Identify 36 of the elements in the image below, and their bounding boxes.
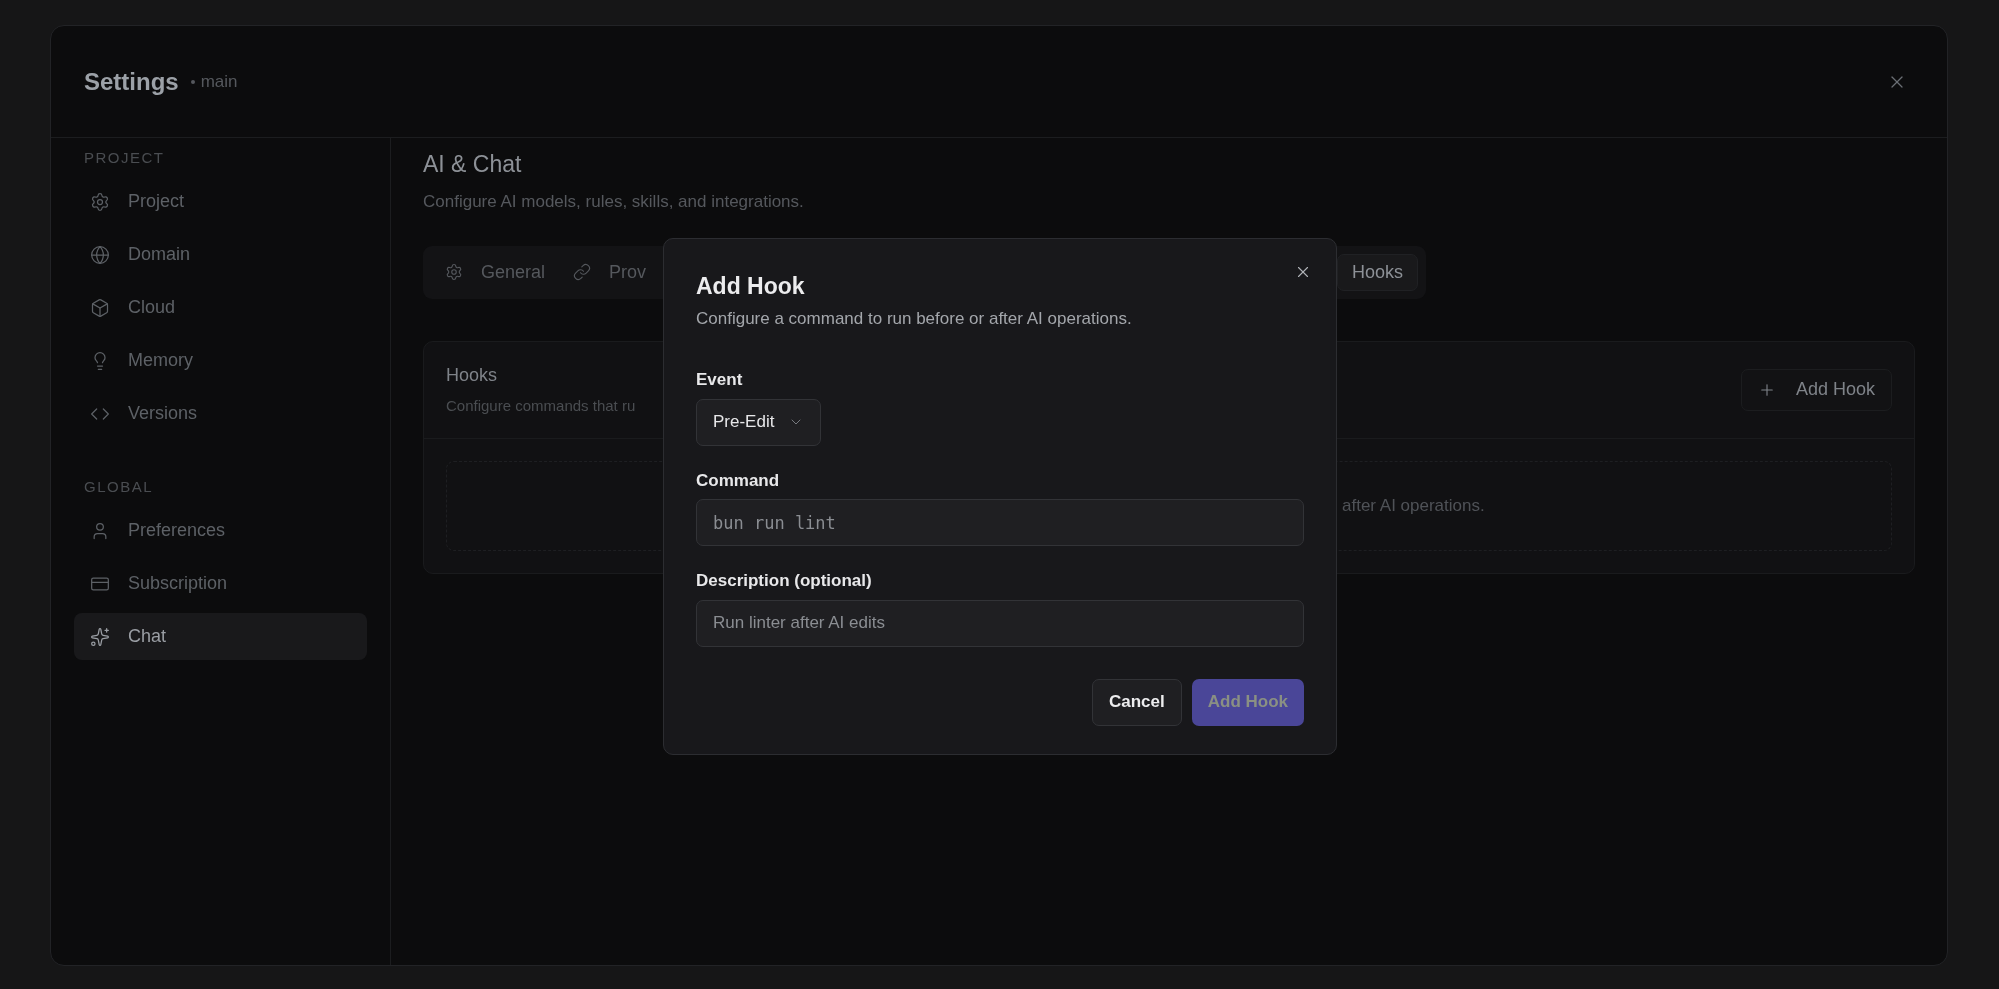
- dialog-description: Configure a command to run before or after AI operations.: [696, 307, 1133, 330]
- card-description: Configure commands that ru: [446, 395, 636, 416]
- window-title: Settings: [84, 66, 179, 97]
- sparkle-icon: [90, 626, 110, 647]
- sidebar-item[interactable]: Subscription: [74, 560, 367, 607]
- globe-icon: [90, 244, 110, 265]
- page-subtitle: Configure AI models, rules, skills, and integrations.: [423, 191, 805, 213]
- sidebar-item[interactable]: Preferences: [74, 507, 367, 554]
- field-label: Event: [696, 369, 744, 391]
- link-icon: [573, 263, 592, 281]
- tab[interactable]: Hooks: [1336, 253, 1418, 291]
- sidebar-item[interactable]: Versions: [74, 390, 367, 437]
- add-hook-button[interactable]: Add Hook: [1740, 368, 1892, 411]
- sidebar-item[interactable]: Domain: [74, 231, 367, 278]
- section-label: GLOBAL: [83, 476, 155, 497]
- field-label: Description (optional): [696, 570, 873, 592]
- cancel-button[interactable]: Cancel: [1091, 678, 1182, 726]
- cube-icon: [90, 297, 110, 318]
- sidebar-item[interactable]: Chat: [74, 613, 367, 660]
- tab[interactable]: General: [431, 253, 560, 291]
- field-label: Command: [696, 469, 781, 492]
- branch-label: main: [200, 70, 238, 93]
- dialog-title: Add Hook: [696, 272, 806, 301]
- section-label: PROJECT: [83, 147, 166, 168]
- gear-icon: [90, 191, 110, 212]
- sidebar-item[interactable]: Cloud: [74, 284, 367, 331]
- text-field[interactable]: Run linter after AI edits: [696, 599, 1304, 647]
- text-field[interactable]: bun run lint: [696, 499, 1304, 546]
- gear-icon: [445, 263, 463, 281]
- empty-state-text: after AI operations.: [1342, 494, 1485, 517]
- sidebar-item[interactable]: Project: [74, 178, 367, 225]
- page-title: AI & Chat: [423, 150, 523, 179]
- event-select[interactable]: Pre-Edit: [696, 398, 822, 446]
- sidebar-item[interactable]: Memory: [74, 337, 367, 384]
- tab[interactable]: Prov: [559, 253, 661, 291]
- card-title: Hooks: [446, 363, 499, 387]
